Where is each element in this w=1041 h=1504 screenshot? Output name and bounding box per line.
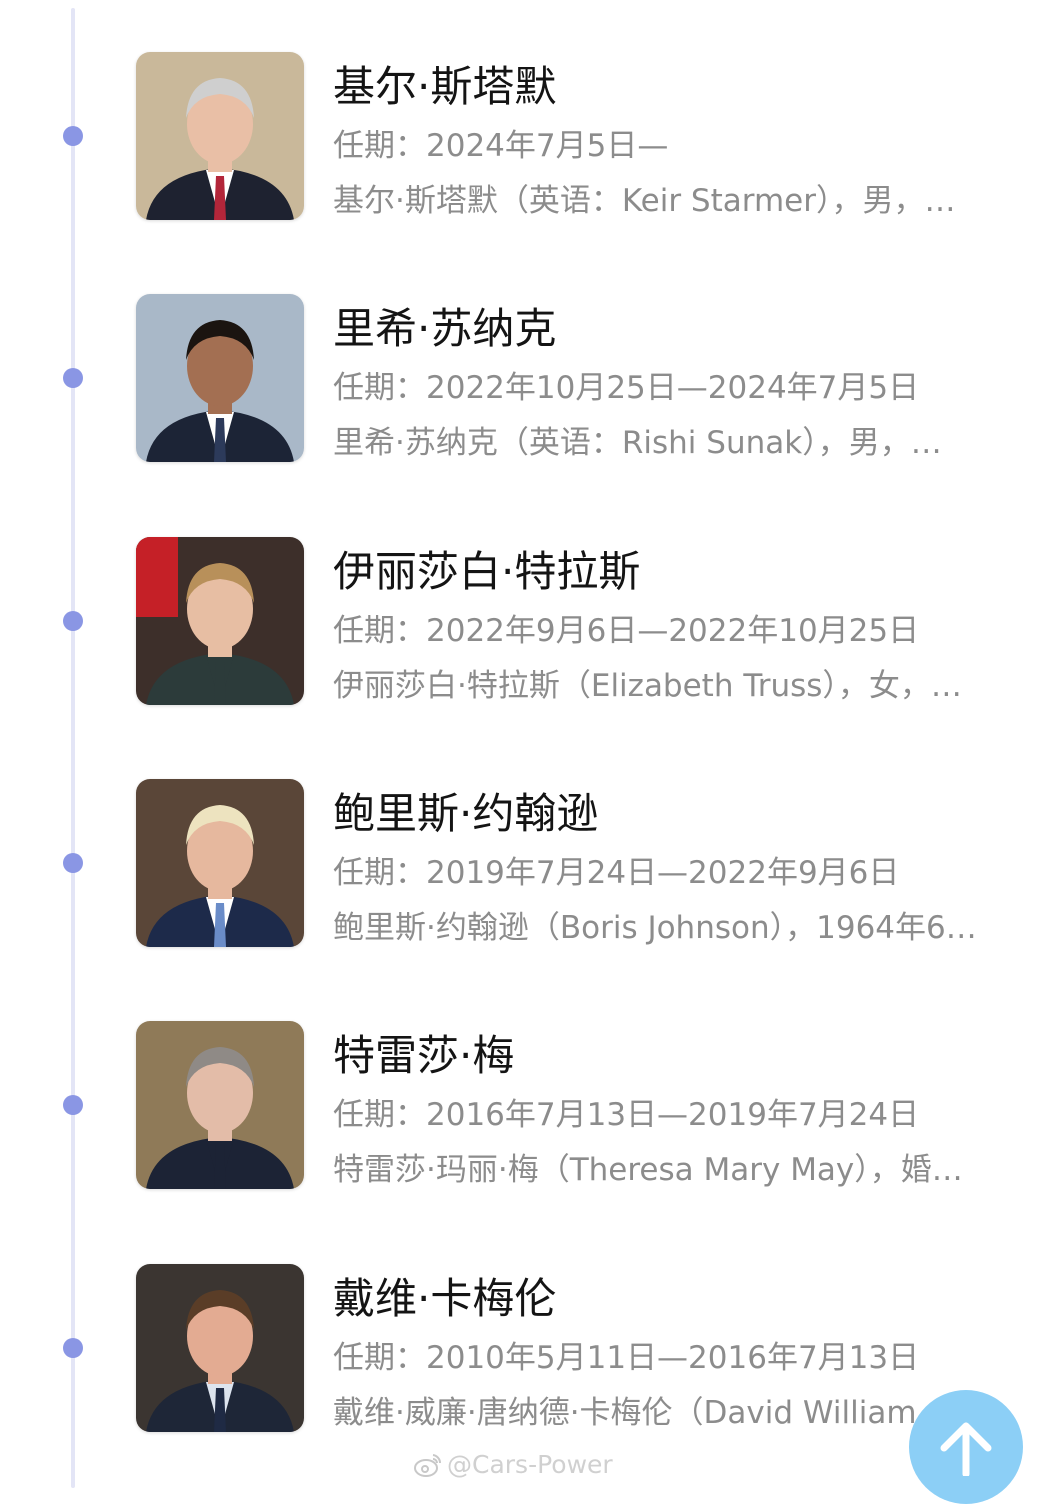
leader-summary: 特雷莎·玛丽·梅（Theresa Mary May），婚… <box>333 1152 963 1188</box>
list-item[interactable]: 里希·苏纳克任期：2022年10月25日—2024年7月5日 里希·苏纳克（英语：… <box>0 294 1041 494</box>
timeline-dot <box>63 1338 83 1358</box>
timeline-dot <box>63 1095 83 1115</box>
timeline-dot <box>63 853 83 873</box>
portrait-photo[interactable] <box>136 1264 304 1432</box>
list-item[interactable]: 戴维·卡梅伦 任期：2010年5月11日—2016年7月13日 戴维·威廉·唐纳德·… <box>0 1264 1041 1464</box>
arrow-up-icon <box>940 1422 992 1476</box>
portrait-photo[interactable] <box>136 52 304 220</box>
leader-summary: 鲍里斯·约翰逊（Boris Johnson），1964年6… <box>333 910 977 946</box>
portrait-photo[interactable] <box>136 537 304 705</box>
leader-summary: 伊丽莎白·特拉斯（Elizabeth Truss），女，… <box>333 668 962 704</box>
watermark-text: @Cars-Power <box>447 1450 613 1479</box>
timeline-dot <box>63 126 83 146</box>
leader-name: 基尔·斯塔默 <box>333 62 557 111</box>
portrait-photo[interactable] <box>136 294 304 462</box>
timeline-dot <box>63 611 83 631</box>
term-of-office: 任期：2010年5月11日—2016年7月13日 <box>333 1340 920 1376</box>
leader-summary: 基尔·斯塔默（英语：Keir Starmer），男，… <box>333 183 956 219</box>
term-of-office: 任期：2022年10月25日—2024年7月5日 <box>333 370 920 406</box>
scroll-to-top-button[interactable] <box>909 1390 1023 1504</box>
portrait-photo[interactable] <box>136 1021 304 1189</box>
watermark: @Cars-Power <box>413 1449 613 1481</box>
weibo-icon <box>414 1454 442 1477</box>
leader-name: 伊丽莎白·特拉斯 <box>333 547 641 596</box>
leader-summary: 里希·苏纳克（英语：Rishi Sunak），男，… <box>333 425 942 461</box>
list-item[interactable]: 特雷莎·梅任期：2016年7月13日—2019年7月24日特雷莎·玛丽·梅（Th… <box>0 1021 1041 1221</box>
term-of-office: 任期：2022年9月6日—2022年10月25日 <box>333 613 920 649</box>
timeline-dot <box>63 368 83 388</box>
list-item[interactable]: 鲍里斯·约翰逊任期：2019年7月24日—2022年9月6日鲍里斯·约翰逊（Bo… <box>0 779 1041 979</box>
leader-name: 鲍里斯·约翰逊 <box>333 789 599 838</box>
portrait-photo[interactable] <box>136 779 304 947</box>
leader-name: 戴维·卡梅伦 <box>333 1274 557 1323</box>
list-item[interactable]: 基尔·斯塔默任期：2024年7月5日— 基尔·斯塔默（英语：Keir Starme… <box>0 52 1041 252</box>
leader-name: 里希·苏纳克 <box>333 304 557 353</box>
term-of-office: 任期：2024年7月5日— <box>333 128 669 164</box>
list-item[interactable]: 伊丽莎白·特拉斯任期：2022年9月6日—2022年10月25日伊丽莎白·特拉斯… <box>0 537 1041 737</box>
term-of-office: 任期：2019年7月24日—2022年9月6日 <box>333 855 900 891</box>
leader-name: 特雷莎·梅 <box>333 1031 515 1080</box>
term-of-office: 任期：2016年7月13日—2019年7月24日 <box>333 1097 920 1133</box>
